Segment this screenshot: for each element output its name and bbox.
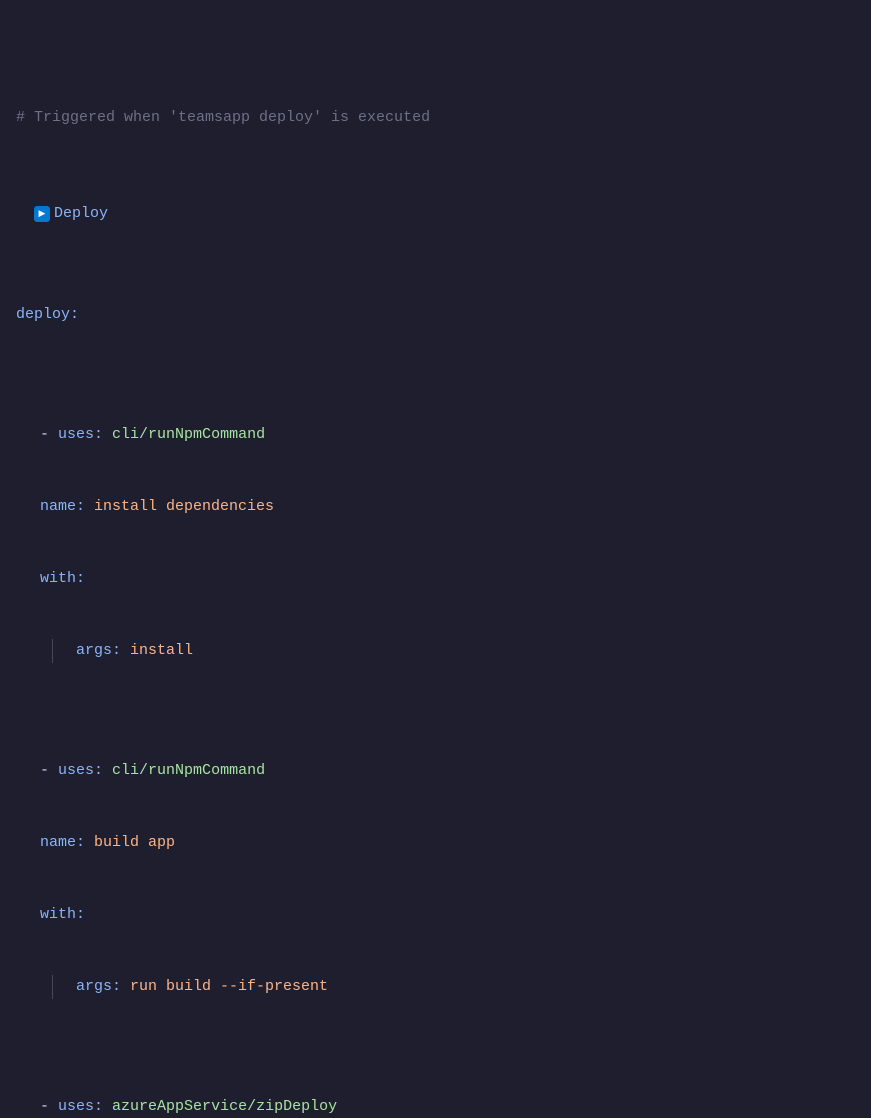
dash1: - [40,423,58,447]
block2-with-line: with: [16,903,855,927]
block1-name-key: name: [40,495,85,519]
block2-uses-key: uses: [58,759,103,783]
block2-name-line: name: build app [16,831,855,855]
deploy-key: deploy: [16,303,79,327]
block2-args-key: args: [76,975,121,999]
block1-uses-key: uses: [58,423,103,447]
block2-uses-line: - uses: cli/runNpmCommand [16,759,855,783]
block1-with-line: with: [16,567,855,591]
block2-args-line: args: run build --if-present [40,975,328,999]
deploy-key-line: deploy: [16,303,855,327]
deploy-icon [34,206,50,222]
block2-with-key: with: [40,903,85,927]
block1-with-key: with: [40,567,85,591]
block3-uses-line: - uses: azureAppService/zipDeploy [16,1095,855,1118]
deploy-badge-label: Deploy [54,202,108,226]
block2-args-container: args: run build --if-present [16,975,855,999]
block1-args-val: install [130,639,193,663]
block2-name-val: build app [94,831,175,855]
block3-uses-key: uses: [58,1095,103,1118]
dash3: - [40,1095,58,1118]
block2-uses-val: cli/runNpmCommand [112,759,265,783]
block1-args-line: args: install [40,639,193,663]
block3-uses-val: azureAppService/zipDeploy [112,1095,337,1118]
block2-name-key: name: [40,831,85,855]
block2-args-val: run build --if-present [130,975,328,999]
deploy-badge-line: Deploy [34,202,108,226]
code-editor: # Triggered when 'teamsapp deploy' is ex… [16,10,855,1118]
block1-name-val: install dependencies [94,495,274,519]
block1-uses-line: - uses: cli/runNpmCommand [16,423,855,447]
comment-text: # Triggered when 'teamsapp deploy' is ex… [16,106,430,130]
dash2: - [40,759,58,783]
block1-uses-val: cli/runNpmCommand [112,423,265,447]
comment-line: # Triggered when 'teamsapp deploy' is ex… [16,106,855,130]
block1-args-container: args: install [16,639,855,663]
block1-args-key: args: [76,639,121,663]
block1-name-line: name: install dependencies [16,495,855,519]
